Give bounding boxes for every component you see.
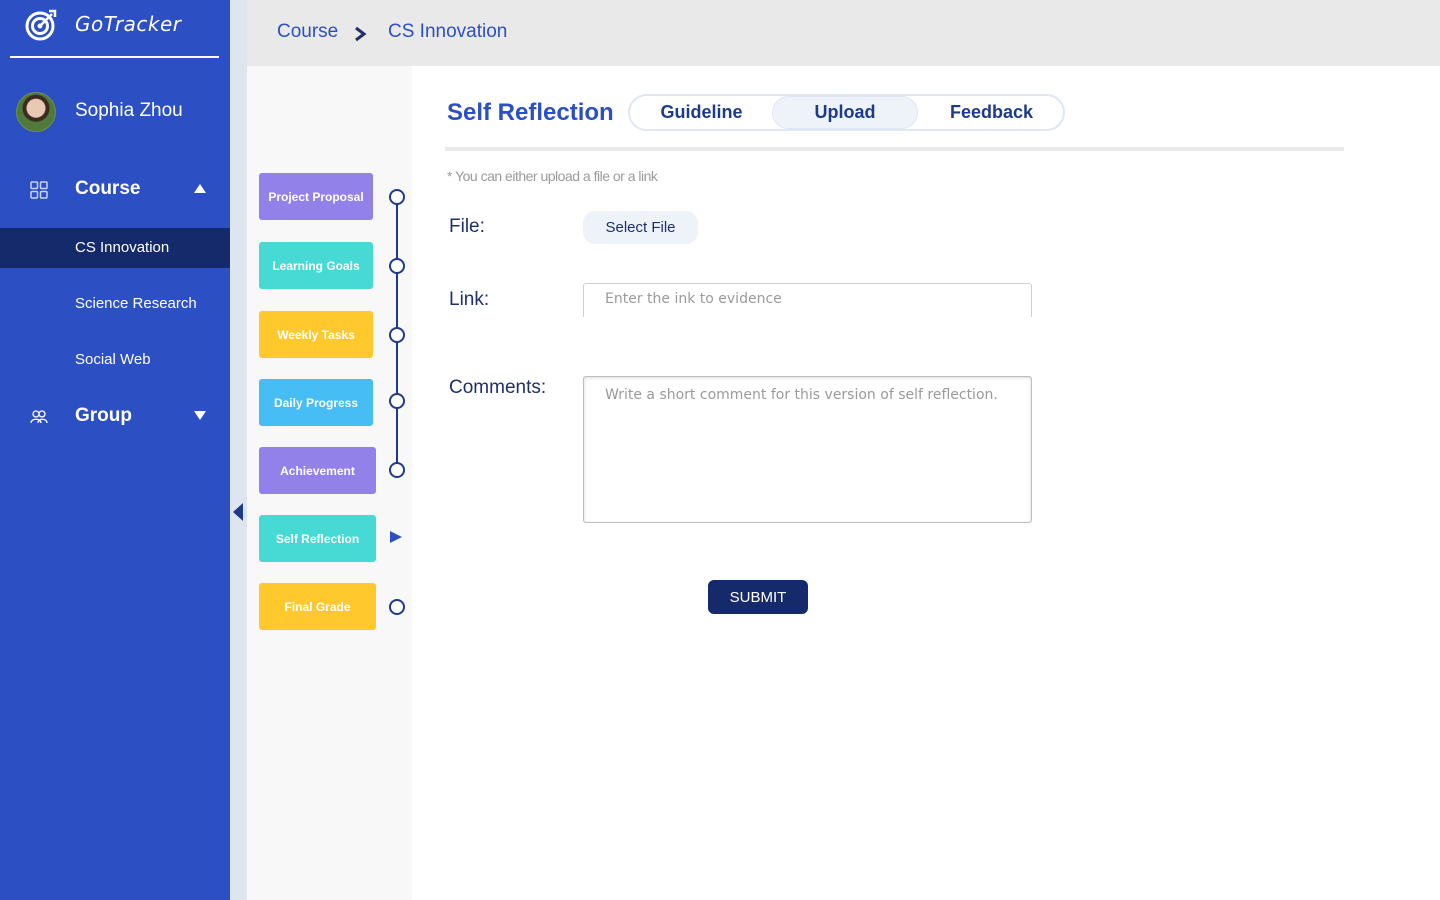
- nav-group[interactable]: Group: [0, 402, 230, 432]
- sidebar-item-science-research[interactable]: Science Research: [0, 284, 230, 324]
- submit-button[interactable]: SUBMIT: [708, 580, 808, 614]
- brand-divider: [10, 56, 219, 58]
- step-dot: [389, 327, 405, 343]
- grid-icon: [30, 181, 48, 199]
- step-project-proposal[interactable]: Project Proposal: [259, 173, 373, 220]
- sidebar-item-label: Science Research: [75, 295, 197, 312]
- sidebar-collapse-strip: [230, 0, 247, 900]
- section-divider: [445, 147, 1344, 151]
- upload-hint: * You can either upload a file or a link: [447, 168, 658, 184]
- file-label: File:: [449, 216, 485, 237]
- step-dot: [389, 258, 405, 274]
- play-pointer-icon: [390, 531, 402, 543]
- caret-down-icon[interactable]: [194, 411, 206, 420]
- sidebar-item-social-web[interactable]: Social Web: [0, 340, 230, 380]
- tab-guideline[interactable]: Guideline: [630, 96, 773, 129]
- select-file-button[interactable]: Select File: [583, 211, 698, 244]
- tab-feedback[interactable]: Feedback: [920, 96, 1063, 129]
- nav-course-label: Course: [75, 178, 141, 199]
- breadcrumb-course[interactable]: Course: [277, 21, 338, 43]
- link-input[interactable]: Enter the ink to evidence: [583, 283, 1032, 317]
- app-name: GoTracker: [75, 12, 182, 36]
- target-logo-icon: [25, 9, 57, 41]
- step-daily-progress[interactable]: Daily Progress: [259, 379, 373, 426]
- page-title: Self Reflection: [447, 99, 614, 126]
- header: Course CS Innovation: [247, 0, 1440, 66]
- comments-textarea[interactable]: Write a short comment for this version o…: [583, 376, 1032, 523]
- user-profile[interactable]: Sophia Zhou: [16, 92, 226, 134]
- link-label: Link:: [449, 289, 490, 310]
- sidebar-item-label: CS Innovation: [75, 239, 170, 256]
- step-weekly-tasks[interactable]: Weekly Tasks: [259, 311, 373, 358]
- step-dot: [389, 599, 405, 615]
- comments-label: Comments:: [449, 377, 547, 398]
- chevron-right-icon: [355, 26, 367, 42]
- step-timeline: Project Proposal Learning Goals Weekly T…: [247, 66, 412, 900]
- caret-up-icon[interactable]: [194, 184, 206, 193]
- step-final-grade[interactable]: Final Grade: [259, 583, 376, 630]
- step-dot: [389, 393, 405, 409]
- brand[interactable]: GoTracker: [0, 0, 230, 60]
- collapse-left-icon[interactable]: [233, 503, 243, 521]
- breadcrumb-current: CS Innovation: [388, 21, 508, 42]
- sidebar-item-cs-innovation[interactable]: CS Innovation: [0, 228, 230, 268]
- step-learning-goals[interactable]: Learning Goals: [259, 242, 373, 289]
- sidebar-item-label: Social Web: [75, 351, 151, 368]
- avatar[interactable]: [16, 92, 56, 132]
- tab-upload[interactable]: Upload: [772, 96, 918, 129]
- step-dot: [389, 189, 405, 205]
- step-achievement[interactable]: Achievement: [259, 447, 376, 494]
- step-dot: [389, 462, 405, 478]
- main-content: Self Reflection Guideline Upload Feedbac…: [412, 66, 1440, 900]
- nav-group-label: Group: [75, 405, 132, 426]
- tab-group: Guideline Upload Feedback: [628, 94, 1065, 131]
- group-icon: [30, 410, 48, 424]
- step-self-reflection[interactable]: Self Reflection: [259, 515, 376, 562]
- sidebar: GoTracker Sophia Zhou Course CS Innovati…: [0, 0, 230, 900]
- nav-course[interactable]: Course: [0, 175, 230, 205]
- user-name: Sophia Zhou: [75, 100, 183, 121]
